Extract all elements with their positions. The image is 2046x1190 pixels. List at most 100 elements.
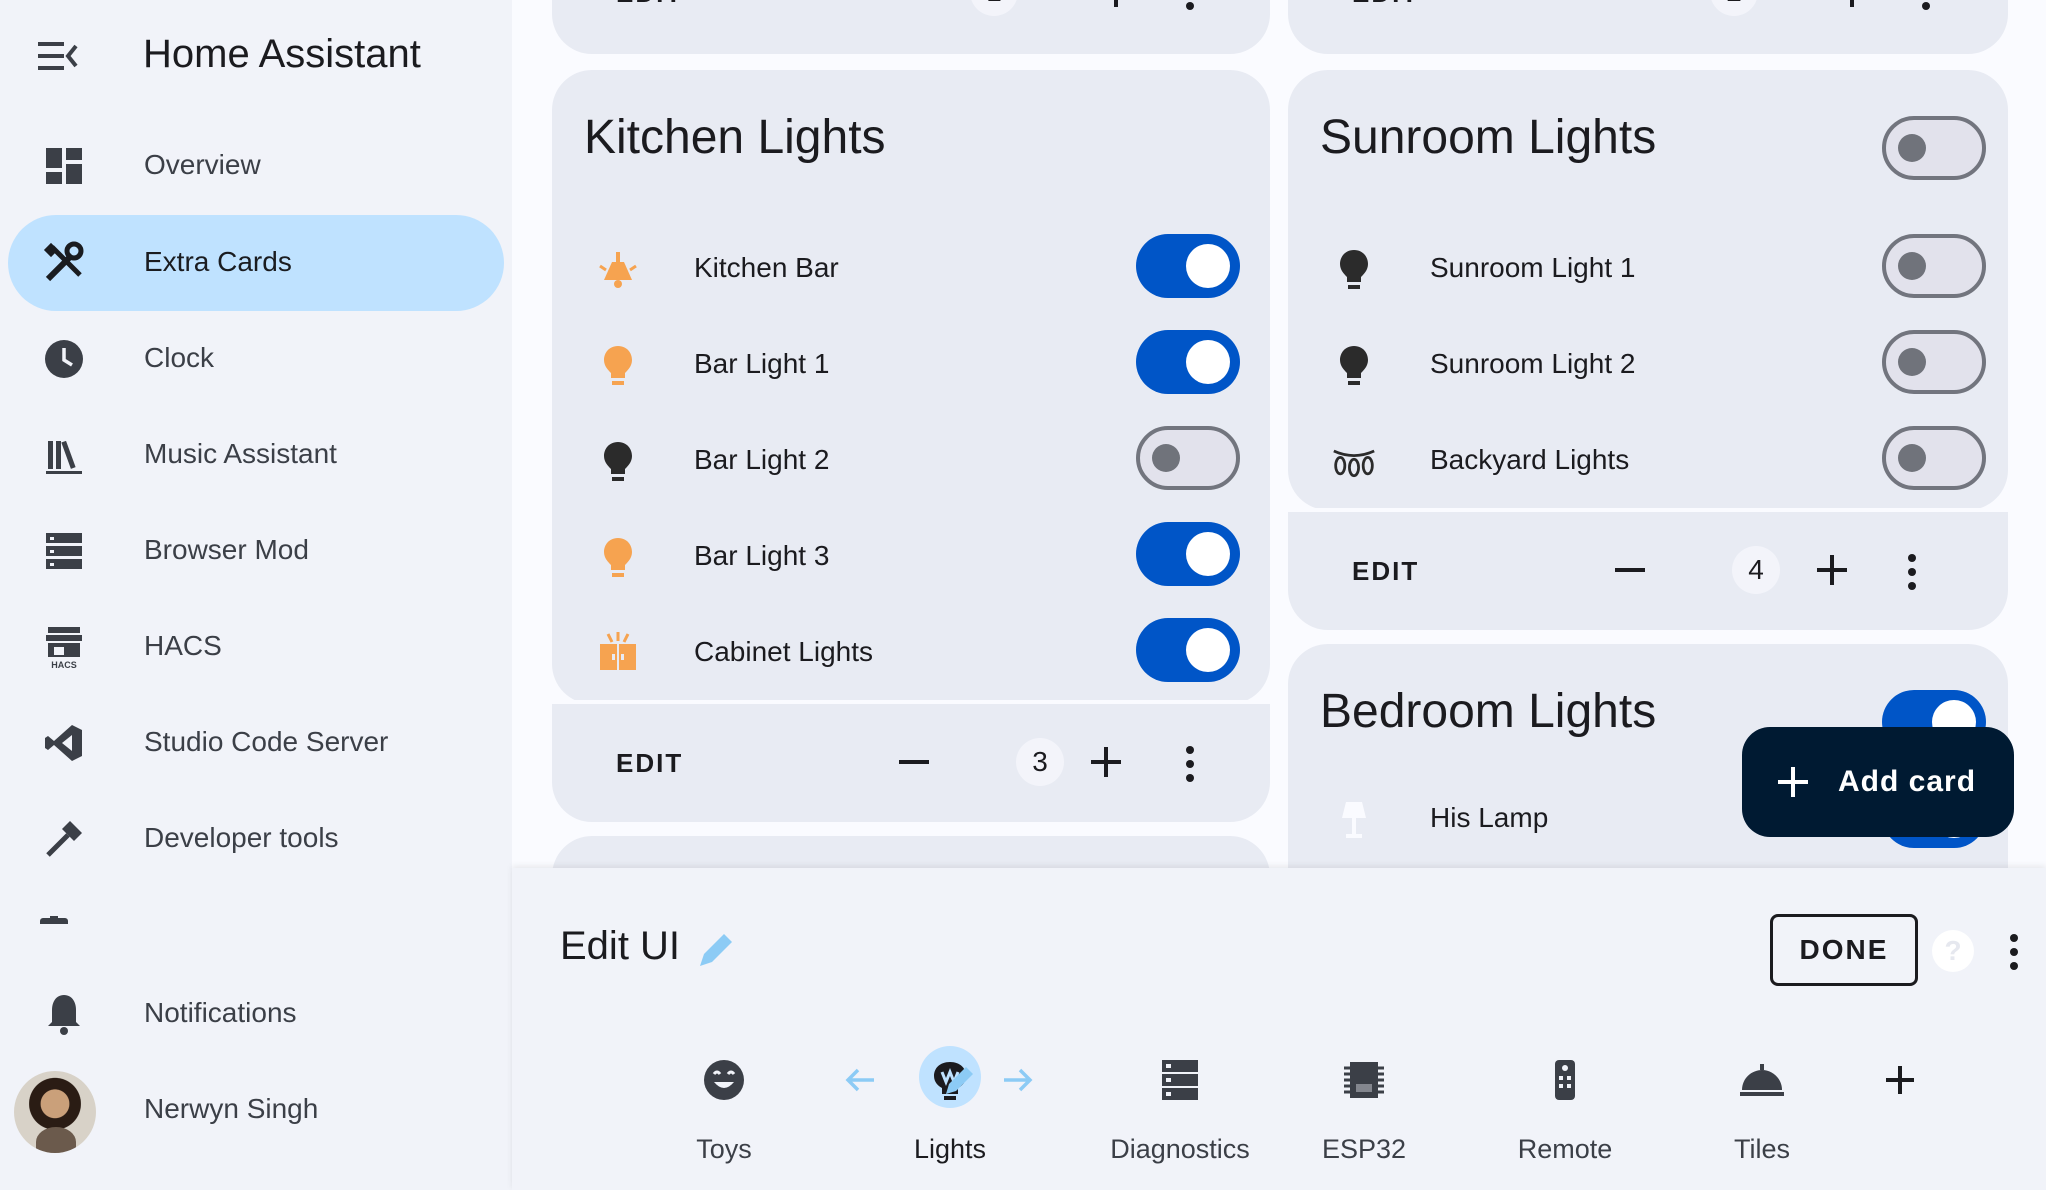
entity-toggle[interactable]	[1882, 330, 1986, 394]
sidebar-item-label: Extra Cards	[144, 246, 292, 277]
tab-remote[interactable]: Remote	[1490, 1044, 1640, 1174]
tab-tiles[interactable]: Tiles	[1702, 1044, 1822, 1174]
sidebar-item-label: Music Assistant	[144, 438, 337, 469]
more-icon[interactable]	[2004, 930, 2024, 974]
sidebar-item-label: Browser Mod	[144, 534, 309, 565]
entity-toggle[interactable]	[1136, 522, 1240, 586]
more-icon[interactable]	[1180, 0, 1200, 14]
edit-button[interactable]: EDIT	[1352, 0, 1419, 9]
help-icon[interactable]: ?	[1932, 930, 1974, 972]
sidebar-item-music-assistant[interactable]: Music Assistant	[8, 407, 504, 503]
bell-icon	[34, 992, 94, 1036]
cabinet-light-icon	[596, 632, 640, 676]
entity-row-bar-light-3[interactable]: Bar Light 3	[552, 508, 1270, 604]
menu-icon[interactable]	[28, 34, 84, 78]
tools-icon	[34, 241, 94, 285]
plus-icon[interactable]	[1802, 540, 1862, 600]
entity-toggle[interactable]	[1136, 330, 1240, 394]
tab-label: ESP32	[1321, 1134, 1407, 1164]
entity-toggle[interactable]	[1136, 618, 1240, 682]
entity-row-bar-light-1[interactable]: Bar Light 1	[552, 316, 1270, 412]
tab-diagnostics[interactable]: Diagnostics	[1080, 1044, 1280, 1174]
card-count: 1	[970, 0, 1018, 16]
add-view-button[interactable]	[1880, 1060, 1920, 1100]
bulb-icon	[596, 440, 640, 484]
clock-icon	[34, 337, 94, 381]
entity-row-backyard-lights[interactable]: Backyard Lights	[1288, 412, 2008, 508]
edit-button[interactable]: EDIT	[616, 0, 683, 9]
sidebar-item-label: HACS	[144, 630, 222, 661]
sunroom-lights-card: Sunroom Lights Sunroom Light 1 Sunroom L…	[1288, 70, 2008, 510]
edit-ui-title: Edit UI	[560, 924, 681, 968]
more-icon[interactable]	[1180, 742, 1200, 786]
bulb-icon	[1332, 344, 1376, 388]
more-icon[interactable]	[1916, 0, 1936, 14]
minus-icon[interactable]	[884, 732, 944, 792]
entity-toggle[interactable]	[1882, 234, 1986, 298]
card-footer-top-left: EDIT 1	[552, 0, 1270, 54]
plus-icon[interactable]	[1086, 0, 1146, 22]
sidebar-item-developer-tools[interactable]: Developer tools	[8, 791, 504, 887]
library-icon	[34, 433, 94, 477]
entity-toggle[interactable]	[1136, 234, 1240, 298]
remote-icon	[1541, 1056, 1589, 1104]
entity-row-bar-light-2[interactable]: Bar Light 2	[552, 412, 1270, 508]
dashboard-icon	[34, 144, 94, 188]
plus-icon[interactable]	[1076, 732, 1136, 792]
server-icon	[1156, 1056, 1204, 1104]
emoticon-icon	[700, 1056, 748, 1104]
tab-label: Lights	[913, 1134, 987, 1164]
edit-button[interactable]: EDIT	[616, 748, 683, 779]
tab-label: Tiles	[1733, 1134, 1790, 1164]
card-header-toggle[interactable]	[1882, 116, 1986, 180]
entity-toggle[interactable]	[1136, 426, 1240, 490]
sidebar-item-overview[interactable]: Overview	[8, 118, 504, 214]
sidebar-item-label: Overview	[144, 149, 261, 180]
sidebar-item-label: Notifications	[144, 997, 297, 1028]
entity-row-sunroom-light-1[interactable]: Sunroom Light 1	[1288, 220, 2008, 316]
settings-icon	[34, 916, 74, 924]
entity-name: Bar Light 1	[694, 348, 830, 379]
card-count: 4	[1732, 546, 1780, 594]
card-footer-sunroom: EDIT 4	[1288, 508, 2008, 630]
tab-label: Diagnostics	[1110, 1134, 1250, 1164]
plus-icon[interactable]	[1822, 0, 1882, 22]
vscode-icon	[34, 721, 94, 765]
card-footer-kitchen: EDIT 3	[552, 700, 1270, 822]
add-card-button[interactable]: Add card	[1742, 727, 2014, 837]
arrow-right-icon[interactable]	[1000, 1062, 1036, 1098]
sidebar-item-label: Nerwyn Singh	[144, 1093, 319, 1124]
hammer-icon	[34, 817, 94, 861]
entity-name: Bar Light 3	[694, 540, 830, 571]
avatar[interactable]	[14, 1071, 96, 1153]
sidebar-item-notifications[interactable]: Notifications	[8, 966, 504, 1062]
pencil-icon[interactable]	[694, 928, 738, 972]
sidebar-item-extra-cards[interactable]: Extra Cards	[8, 215, 504, 311]
sidebar-item-clock[interactable]: Clock	[8, 311, 504, 407]
server-icon	[34, 529, 94, 573]
card-title: Sunroom Lights	[1320, 111, 1657, 164]
entity-name: Sunroom Light 2	[1430, 348, 1636, 379]
minus-icon[interactable]	[1600, 540, 1660, 600]
done-button[interactable]: DONE	[1770, 914, 1918, 986]
sidebar-header: Home Assistant	[0, 0, 512, 112]
tab-toys[interactable]: Toys	[664, 1044, 784, 1174]
sidebar-item-hacs[interactable]: HACS HACS	[8, 599, 504, 695]
sidebar-item-studio-code-server[interactable]: Studio Code Server	[8, 695, 504, 791]
entity-row-kitchen-bar[interactable]: Kitchen Bar	[552, 220, 1270, 316]
sidebar-item-browser-mod[interactable]: Browser Mod	[8, 503, 504, 599]
entity-name: Backyard Lights	[1430, 444, 1630, 475]
next-card-partial	[552, 836, 1270, 868]
entity-row-cabinet-lights[interactable]: Cabinet Lights	[552, 604, 1270, 700]
app-title: Home Assistant	[143, 32, 421, 76]
entity-toggle[interactable]	[1882, 426, 1986, 490]
more-icon[interactable]	[1902, 550, 1922, 594]
arrow-left-icon[interactable]	[842, 1062, 878, 1098]
edit-button[interactable]: EDIT	[1352, 556, 1419, 587]
tab-esp32[interactable]: ESP32	[1294, 1044, 1434, 1174]
sidebar: Home Assistant Overview Extra Cards Cloc…	[0, 0, 512, 1190]
pencil-icon[interactable]	[942, 1062, 978, 1098]
entity-row-sunroom-light-2[interactable]: Sunroom Light 2	[1288, 316, 2008, 412]
tab-label: Toys	[696, 1134, 752, 1164]
hacs-icon: HACS	[34, 625, 94, 669]
